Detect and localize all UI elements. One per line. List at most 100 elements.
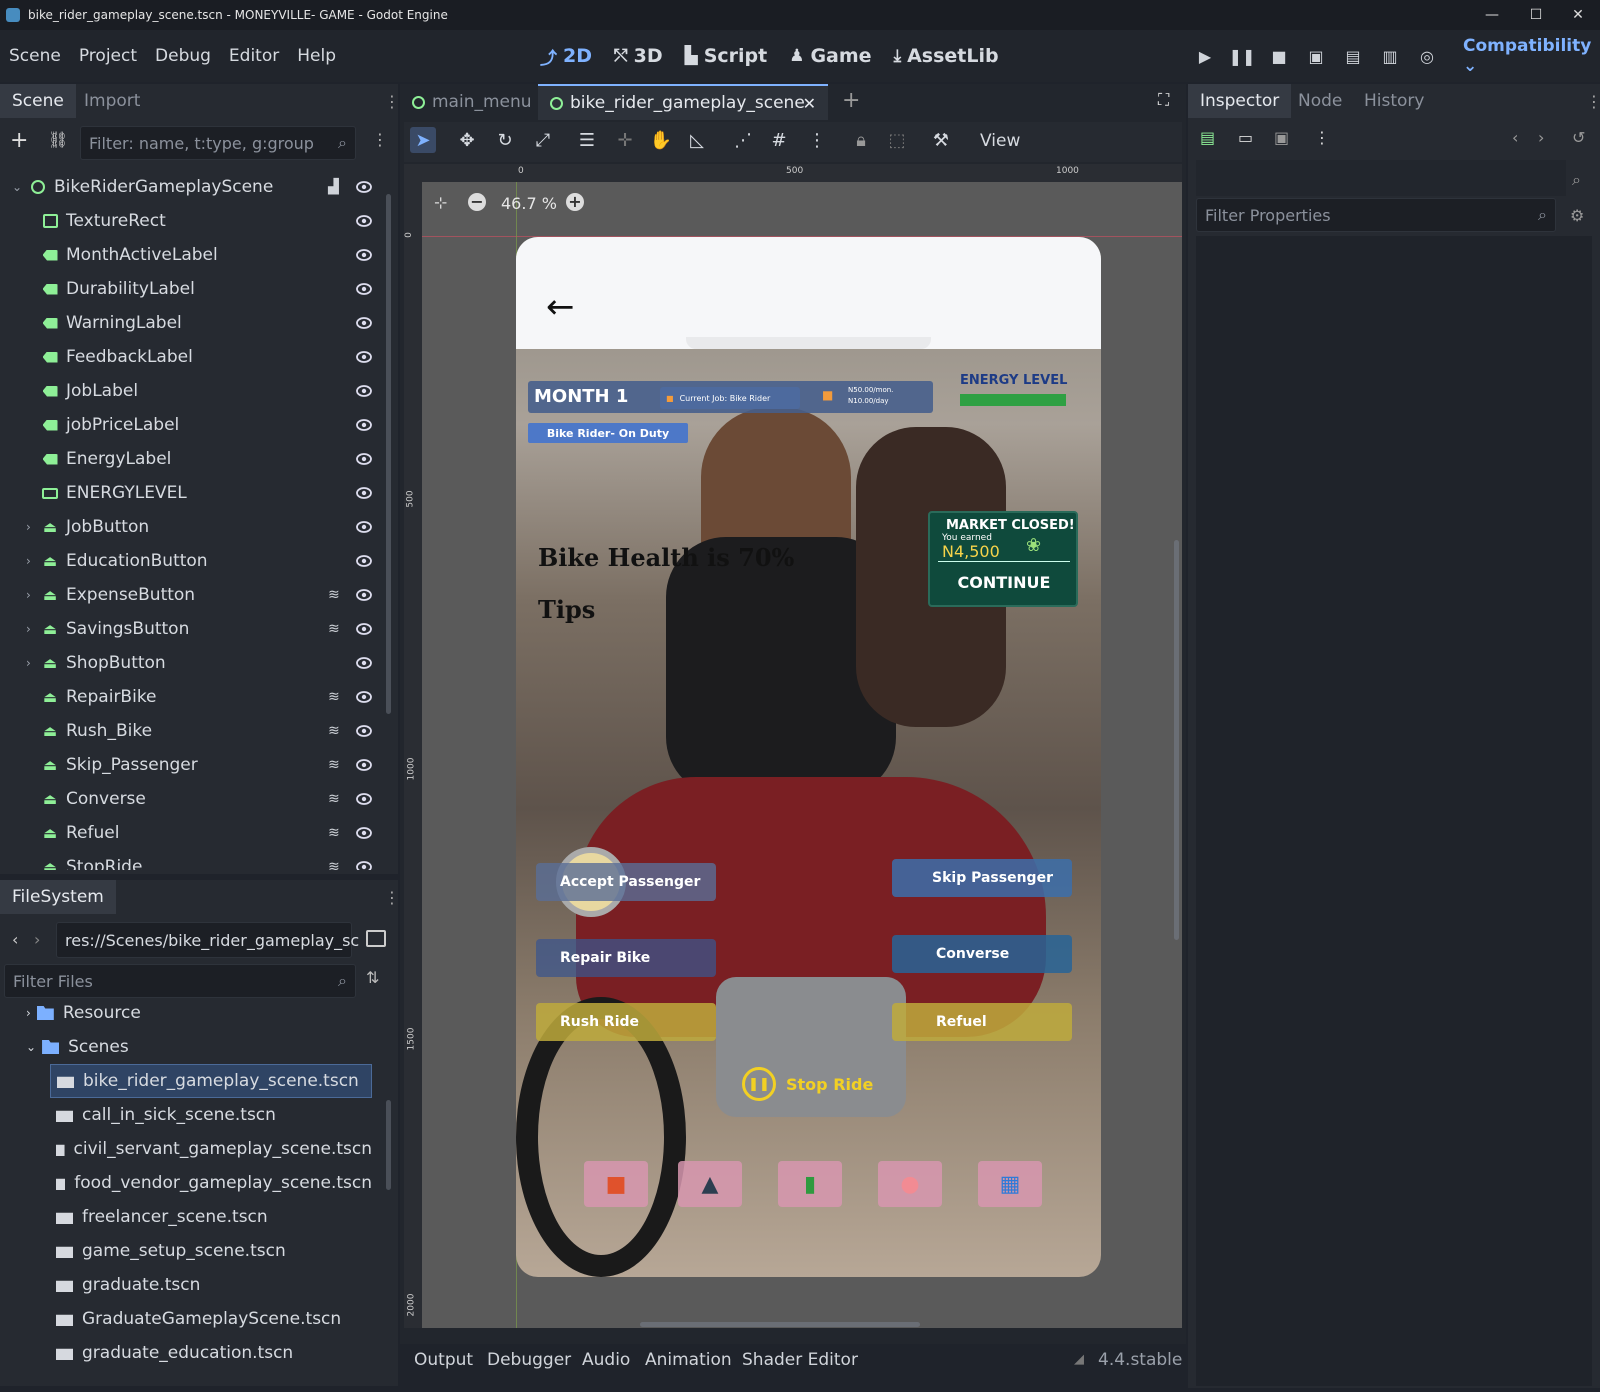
visibility-eye-icon[interactable] [356, 213, 372, 229]
smart-snap-icon[interactable]: ⋰ [730, 127, 756, 153]
tree-node[interactable]: › ⏏ ShopButton [8, 646, 380, 680]
zoom-in-icon[interactable]: + [566, 193, 584, 211]
tree-node[interactable]: TextureRect [8, 204, 380, 238]
tree-root-node[interactable]: ⌄ BikeRiderGameplayScene ▟ [8, 170, 380, 204]
tab-main-menu[interactable]: main_menu [412, 84, 532, 120]
tree-node[interactable]: DurabilityLabel [8, 272, 380, 306]
chart-money-icon[interactable]: ▮ [778, 1161, 842, 1207]
list-select-tool-icon[interactable]: ☰ [574, 127, 600, 153]
chevron-right-icon[interactable]: › [26, 622, 40, 636]
object-history-icon[interactable]: ↺ [1572, 128, 1585, 147]
group-icon[interactable]: ⬚ [884, 127, 910, 153]
tree-node[interactable]: ENERGYLEVEL [8, 476, 380, 510]
tab-shader-editor[interactable]: Shader Editor [742, 1350, 858, 1370]
viewport-vscrollbar[interactable] [1174, 540, 1179, 940]
menu-project[interactable]: Project [70, 46, 146, 66]
signal-connected-icon[interactable]: ≋ [328, 723, 340, 739]
add-tab-icon[interactable]: + [842, 88, 860, 113]
chevron-down-icon[interactable]: ⌄ [26, 1040, 36, 1054]
file-item[interactable]: call_in_sick_scene.tscn [50, 1098, 372, 1132]
zoom-level[interactable]: 46.7 % [501, 194, 557, 213]
open-resource-icon[interactable]: ▭ [1238, 128, 1253, 147]
visibility-eye-icon[interactable] [356, 723, 372, 739]
file-item[interactable]: graduate.tscn [50, 1268, 372, 1302]
workspace-game[interactable]: ♟ Game [789, 44, 871, 69]
menu-debug[interactable]: Debug [146, 46, 220, 66]
tree-node[interactable]: ⏏ Converse ≋ [8, 782, 380, 816]
tab-bike-rider-gameplay-scene[interactable]: bike_rider_gameplay_scene ✕ [538, 84, 828, 120]
visibility-eye-icon[interactable] [356, 689, 372, 705]
tab-inspector[interactable]: Inspector [1188, 84, 1292, 118]
ruler-tool-icon[interactable]: ◺ [684, 127, 710, 153]
play-icon[interactable]: ▶ [1190, 41, 1220, 71]
file-item[interactable]: food_vendor_gameplay_scene.tscn [50, 1166, 372, 1200]
chevron-right-icon[interactable]: › [26, 656, 40, 670]
filter-properties-input[interactable]: Filter Properties ⌕ [1196, 198, 1556, 232]
repair-bike-button[interactable]: Repair Bike [536, 939, 716, 977]
visibility-eye-icon[interactable] [356, 485, 372, 501]
history-forward-icon[interactable]: › [1538, 128, 1544, 147]
toggle-split-icon[interactable] [366, 930, 386, 947]
piggy-bank-icon[interactable]: ● [878, 1161, 942, 1207]
chevron-right-icon[interactable]: › [26, 520, 40, 534]
play-custom-scene-icon[interactable]: ▥ [1375, 41, 1405, 71]
zoom-reset-icon[interactable]: ⊹ [434, 193, 447, 212]
tab-filesystem[interactable]: FileSystem [0, 880, 116, 914]
stop-icon[interactable]: ■ [1264, 41, 1294, 71]
folder-scenes[interactable]: ⌄ Scenes [26, 1030, 129, 1064]
folder-resource[interactable]: › Resource [26, 996, 141, 1030]
close-tab-icon[interactable]: ✕ [803, 94, 816, 113]
path-field[interactable]: res://Scenes/bike_rider_gameplay_sc [56, 922, 359, 958]
graduation-cap-icon[interactable]: ▲ [678, 1161, 742, 1207]
tree-node[interactable]: ⏏ RepairBike ≋ [8, 680, 380, 714]
chevron-right-icon[interactable]: › [26, 1006, 31, 1020]
visibility-eye-icon[interactable] [356, 315, 372, 331]
scene-filter-input[interactable]: Filter: name, t:type, g:group ⌕ [80, 126, 356, 160]
signal-connected-icon[interactable]: ≋ [328, 825, 340, 841]
resource-menu-icon[interactable]: ⋮ [1314, 128, 1330, 147]
visibility-eye-icon[interactable] [356, 791, 372, 807]
scene-tree-scrollbar[interactable] [386, 194, 391, 714]
grid-snap-icon[interactable]: # [766, 127, 792, 153]
tab-audio[interactable]: Audio [582, 1350, 630, 1370]
visibility-eye-icon[interactable] [356, 349, 372, 365]
visibility-eye-icon[interactable] [356, 825, 372, 841]
play-scene-icon[interactable]: ▤ [1338, 41, 1368, 71]
signal-connected-icon[interactable]: ≋ [328, 689, 340, 705]
remote-debug-icon[interactable]: ▣ [1301, 41, 1331, 71]
skip-passenger-button[interactable]: Skip Passenger [892, 859, 1072, 897]
signal-connected-icon[interactable]: ≋ [328, 621, 340, 637]
visibility-eye-icon[interactable] [356, 383, 372, 399]
move-tool-icon[interactable]: ✥ [454, 127, 480, 153]
distraction-free-icon[interactable]: ⛶ [1158, 90, 1169, 110]
visibility-eye-icon[interactable] [356, 451, 372, 467]
save-resource-icon[interactable]: ▣ [1274, 128, 1289, 147]
signal-connected-icon[interactable]: ≋ [328, 587, 340, 603]
visibility-eye-icon[interactable] [356, 179, 372, 195]
file-item[interactable]: game_setup_scene.tscn [50, 1234, 372, 1268]
signal-connected-icon[interactable]: ≋ [328, 859, 340, 870]
workspace-3d[interactable]: ⤲ 3D [614, 44, 663, 69]
menu-editor[interactable]: Editor [220, 46, 288, 66]
tree-node[interactable]: ⏏ Rush_Bike ≋ [8, 714, 380, 748]
accept-passenger-button[interactable]: Accept Passenger [536, 863, 716, 901]
briefcase-icon[interactable]: ■ [584, 1161, 648, 1207]
filesystem-menu-icon[interactable]: ⋮ [384, 888, 400, 907]
file-item[interactable]: freelancer_scene.tscn [50, 1200, 372, 1234]
tab-debugger[interactable]: Debugger [487, 1350, 571, 1370]
scene-dock-menu-icon[interactable]: ⋮ [384, 92, 400, 111]
visibility-eye-icon[interactable] [356, 587, 372, 603]
file-item-selected[interactable]: bike_rider_gameplay_scene.tscn [50, 1064, 372, 1098]
tree-node[interactable]: › ⏏ ExpenseButton ≋ [8, 578, 380, 612]
tree-node[interactable]: jobPriceLabel [8, 408, 380, 442]
continue-button[interactable]: CONTINUE [956, 567, 1052, 597]
converse-button[interactable]: Converse [892, 935, 1072, 973]
tree-node[interactable]: FeedbackLabel [8, 340, 380, 374]
chevron-right-icon[interactable]: › [26, 554, 40, 568]
tree-node[interactable]: ⏏ Refuel ≋ [8, 816, 380, 850]
visibility-eye-icon[interactable] [356, 417, 372, 433]
script-attached-icon[interactable]: ▟ [328, 179, 339, 195]
visibility-eye-icon[interactable] [356, 553, 372, 569]
new-resource-icon[interactable]: ▤ [1200, 128, 1215, 147]
view-menu[interactable]: View [980, 131, 1020, 151]
